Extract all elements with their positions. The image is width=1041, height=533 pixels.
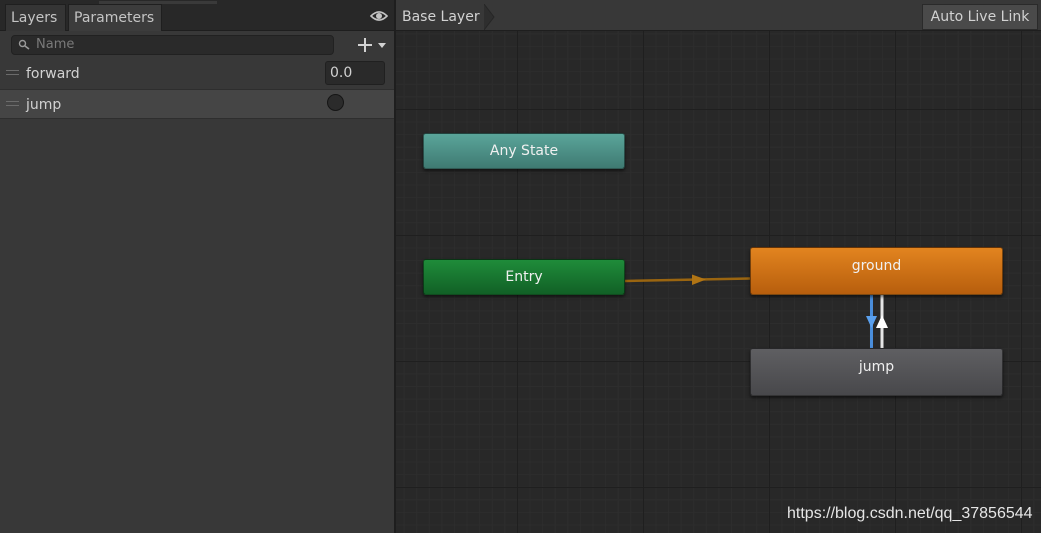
panel-tab-bar: Layers Parameters (0, 0, 394, 31)
drag-handle-icon[interactable] (6, 70, 19, 77)
state-ground[interactable]: ground (750, 247, 1003, 295)
entry-to-ground-transition[interactable] (624, 274, 751, 286)
parameters-panel: Layers Parameters Name forward 0.0 jump (0, 0, 394, 533)
jump-trigger-toggle[interactable] (327, 94, 344, 111)
tab-parameters[interactable]: Parameters (68, 1, 217, 31)
ground-to-jump-transition[interactable] (866, 295, 877, 348)
search-placeholder: Name (36, 37, 75, 52)
plus-icon (358, 38, 372, 52)
search-icon (18, 39, 30, 50)
state-any-state[interactable]: Any State (423, 133, 625, 169)
parameter-row-forward[interactable]: forward 0.0 (0, 59, 394, 89)
search-row: Name (0, 31, 394, 59)
add-parameter-button[interactable] (354, 34, 392, 56)
watermark: https://blog.csdn.net/qq_37856544 (787, 505, 1033, 522)
tab-layers[interactable]: Layers (5, 4, 66, 31)
animator-graph[interactable]: Base Layer Auto Live Link Any State Entr… (396, 0, 1041, 533)
state-jump[interactable]: jump (750, 348, 1003, 396)
drag-handle-icon[interactable] (6, 101, 19, 108)
search-input[interactable]: Name (11, 35, 334, 55)
parameter-row-jump[interactable]: jump (0, 89, 394, 119)
eye-icon[interactable] (370, 9, 388, 23)
forward-value-field[interactable]: 0.0 (325, 61, 385, 85)
state-entry[interactable]: Entry (423, 259, 625, 295)
jump-to-ground-transition[interactable] (876, 295, 888, 348)
parameter-name: forward (26, 66, 80, 82)
parameter-name: jump (26, 97, 62, 113)
chevron-down-icon (378, 43, 386, 48)
